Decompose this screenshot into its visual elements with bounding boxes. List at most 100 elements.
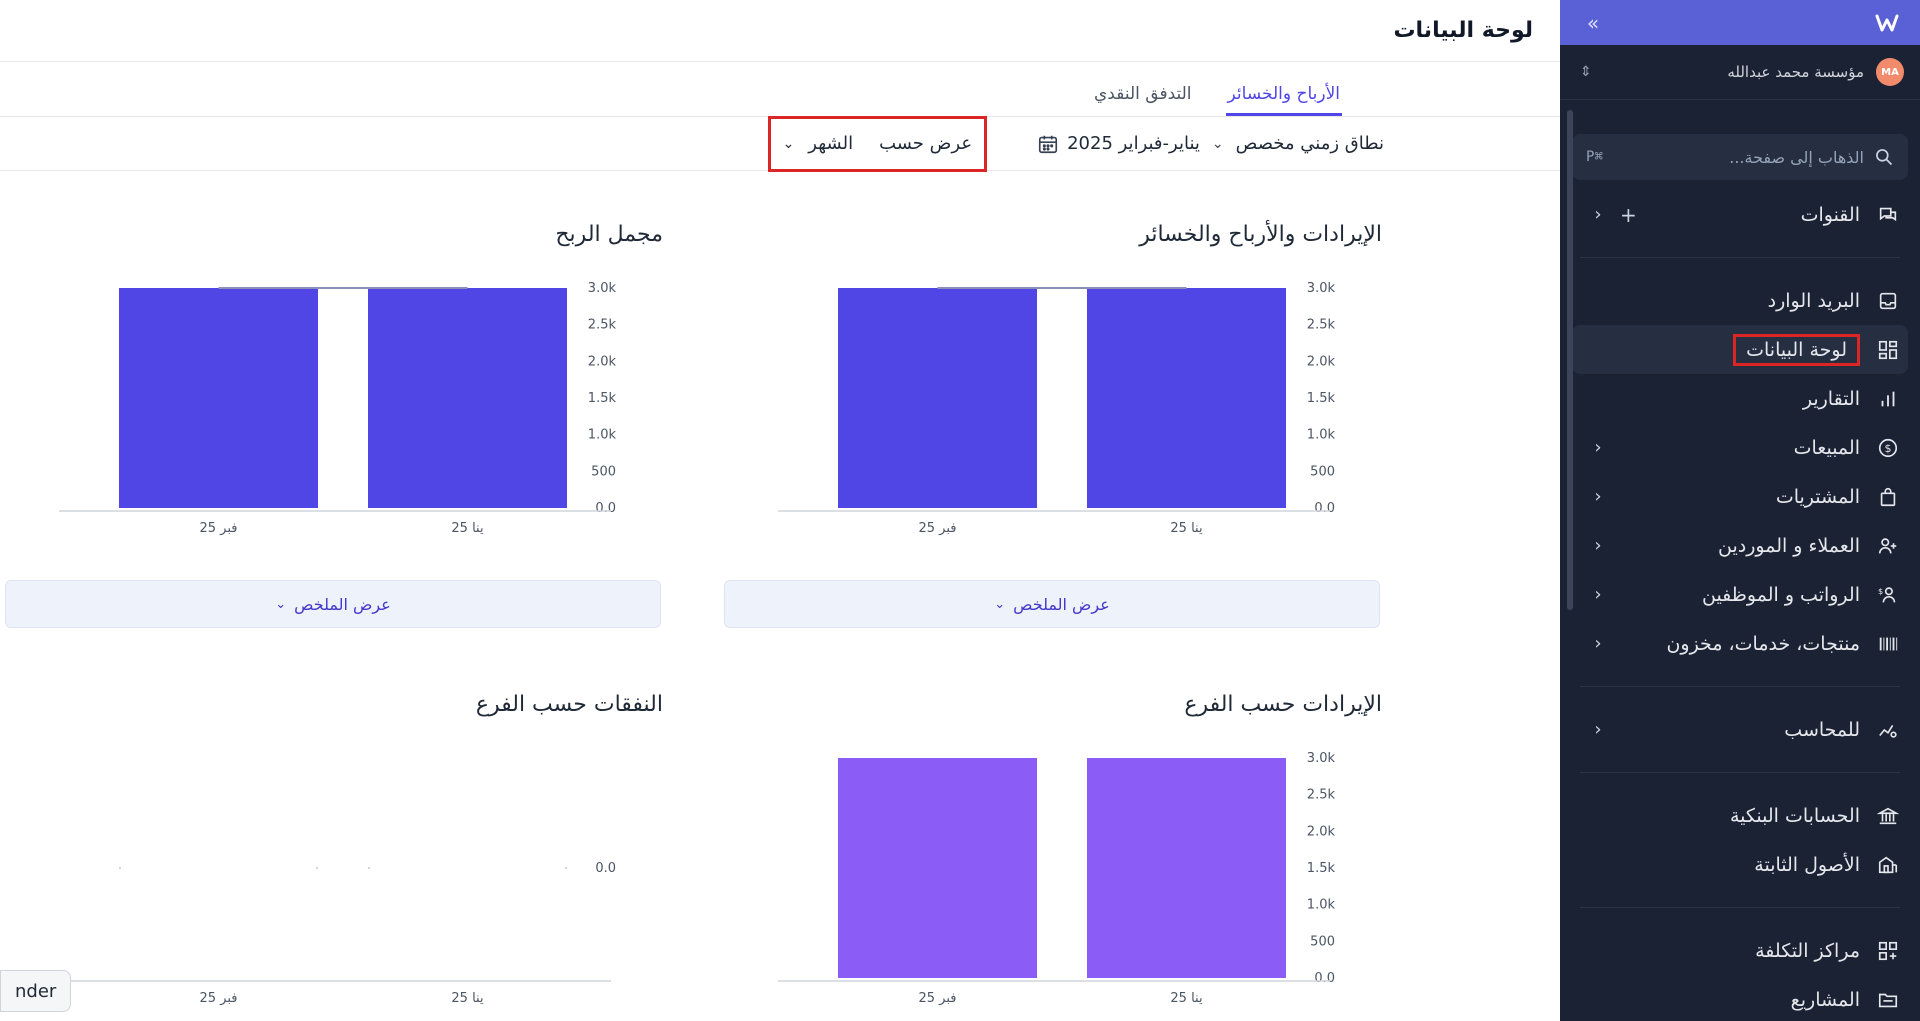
- bar[interactable]: [1087, 758, 1286, 978]
- group-by-value: الشهر: [808, 133, 854, 154]
- sidebar-item-purchases[interactable]: المشتريات ‹: [1560, 472, 1920, 521]
- sidebar-item-label: مراكز التكلفة: [1755, 939, 1860, 962]
- divider: [1580, 686, 1900, 687]
- sidebar-item-projects[interactable]: المشاريع: [1560, 975, 1920, 1021]
- card-title-expenses-by-branch: النفقات حسب الفرع: [475, 692, 663, 717]
- app-root: لوحة البيانات الأرباح والخسائر التدفق ال…: [0, 0, 1920, 1021]
- divider: [1580, 772, 1900, 773]
- logo-icon: [1875, 14, 1899, 31]
- sidebar-item-label: المشاريع: [1790, 988, 1860, 1011]
- barcode-icon: [1876, 632, 1900, 656]
- card-title-gross-profit: مجمل الربح: [555, 222, 663, 247]
- bar[interactable]: [1087, 288, 1286, 508]
- y-tick-label: 1.0k: [1307, 428, 1336, 443]
- chevron-left-icon: ‹: [1594, 719, 1602, 740]
- sidebar-item-reports[interactable]: التقارير: [1560, 374, 1920, 423]
- inbox-icon: [1876, 289, 1900, 313]
- shopping-bag-icon: [1876, 485, 1900, 509]
- sidebar-item-accountant[interactable]: للمحاسب ‹: [1560, 705, 1920, 754]
- show-summary-label: عرض الملخص: [1013, 594, 1110, 614]
- x-tick-label: فبر 25: [200, 991, 238, 1006]
- tab-profit-loss[interactable]: الأرباح والخسائر: [1225, 84, 1342, 116]
- y-tick-label: 1.5k: [1307, 861, 1336, 876]
- dashboard-icon: [1876, 338, 1900, 362]
- chevron-left-icon: ‹: [1594, 584, 1602, 605]
- search-input[interactable]: [1602, 147, 1864, 167]
- sidebar-item-sales[interactable]: $ المبيعات ‹: [1560, 423, 1920, 472]
- range-label: نطاق زمني مخصص: [1235, 133, 1384, 154]
- sidebar-item-payroll[interactable]: $ الرواتب و الموظفين ‹: [1560, 570, 1920, 619]
- y-tick-label: 1.5k: [1307, 391, 1336, 406]
- x-tick-label: ينا 25: [1170, 991, 1203, 1006]
- tooltip: nder: [0, 970, 72, 1012]
- y-tick-label: 1.0k: [1307, 898, 1336, 913]
- date-range-value: يناير-فبراير 2025: [1067, 133, 1200, 154]
- sidebar-item-dashboard[interactable]: لوحة البيانات: [1572, 325, 1908, 374]
- y-tick-label: 2.5k: [1307, 788, 1336, 803]
- date-picker-button[interactable]: [1027, 133, 1059, 155]
- x-tick-label: فبر 25: [200, 521, 238, 536]
- building-icon: [1876, 853, 1900, 877]
- sidebar-item-cost-centers[interactable]: مراكز التكلفة: [1560, 926, 1920, 975]
- org-switcher[interactable]: MA مؤسسة محمد عبدالله ⇕: [1560, 45, 1920, 100]
- add-channel-icon[interactable]: +: [1620, 203, 1637, 227]
- tab-cash-flow[interactable]: التدفق النقدي: [1092, 84, 1194, 116]
- show-summary-button[interactable]: عرض الملخص ⌄: [5, 580, 661, 628]
- bar[interactable]: [838, 758, 1037, 978]
- app-logo[interactable]: [1874, 10, 1900, 36]
- y-tick-label: 2.0k: [588, 354, 617, 369]
- collapse-sidebar-icon[interactable]: »: [1580, 11, 1606, 35]
- sidebar-item-label: المشتريات: [1775, 485, 1860, 508]
- y-tick-label: 0.0: [595, 861, 616, 876]
- empty-point: [565, 867, 567, 869]
- sidebar-item-bank-accounts[interactable]: الحسابات البنكية: [1560, 791, 1920, 840]
- expenses-by-branch-chart: 0.0 ينا 25 فبر 25: [59, 861, 616, 1006]
- y-tick-label: 2.0k: [1307, 824, 1336, 839]
- sidebar-item-inbox[interactable]: البريد الوارد: [1560, 276, 1920, 325]
- bar[interactable]: [368, 288, 567, 508]
- sidebar-item-products[interactable]: منتجات، خدمات، مخزون ‹: [1560, 619, 1920, 668]
- sidebar-item-label: البريد الوارد: [1767, 289, 1860, 312]
- profit-loss-chart: 0.0 500 1.0k 1.5k 2.0k 2.5k 3.0k ينا 25 فبر 25: [778, 281, 1336, 536]
- y-tick-label: 2.0k: [1307, 354, 1336, 369]
- x-tick-label: ينا 25: [451, 521, 484, 536]
- bar[interactable]: [838, 288, 1037, 508]
- show-summary-button[interactable]: عرض الملخص ⌄: [724, 580, 1380, 628]
- show-summary-label: عرض الملخص: [294, 594, 391, 614]
- range-select[interactable]: نطاق زمني مخصص ⌄ يناير-فبراير 2025: [1067, 133, 1384, 154]
- sidebar-item-contacts[interactable]: العملاء و الموردين ‹: [1560, 521, 1920, 570]
- divider: [1580, 257, 1900, 258]
- y-tick-label: 0.0: [595, 501, 616, 516]
- svg-text:$: $: [1885, 442, 1892, 455]
- keyboard-shortcut: ⌘P: [1586, 149, 1603, 165]
- users-icon: [1876, 534, 1900, 558]
- sidebar-item-fixed-assets[interactable]: الأصول الثابتة: [1560, 840, 1920, 889]
- empty-point: [119, 867, 121, 869]
- group-by-select[interactable]: عرض حسب الشهر ⌄: [767, 115, 988, 172]
- y-tick-label: 3.0k: [1307, 751, 1336, 766]
- grid-plus-icon: [1876, 939, 1900, 963]
- filter-bar: نطاق زمني مخصص ⌄ يناير-فبراير 2025 عرض ح…: [0, 115, 1560, 172]
- sidebar: » MA مؤسسة محمد عبدالله ⇕ ⌘P القنوات + ‹: [1560, 0, 1920, 1021]
- empty-point: [316, 867, 318, 869]
- chevron-left-icon: ‹: [1594, 535, 1602, 556]
- accountant-icon: [1876, 718, 1900, 742]
- main-content: لوحة البيانات الأرباح والخسائر التدفق ال…: [0, 0, 1560, 1021]
- bar[interactable]: [119, 288, 318, 508]
- y-tick-label: 0.0: [1314, 501, 1335, 516]
- tab-bar: الأرباح والخسائر التدفق النقدي: [0, 62, 1560, 117]
- group-by-label: عرض حسب: [879, 133, 973, 154]
- sidebar-scrollbar[interactable]: [1567, 110, 1573, 610]
- payroll-icon: $: [1876, 583, 1900, 607]
- x-tick-label: ينا 25: [451, 991, 484, 1006]
- card-title-profit-loss: الإيرادات والأرباح والخسائر: [1139, 222, 1382, 247]
- page-title: لوحة البيانات: [1393, 18, 1533, 43]
- y-tick-label: 1.0k: [588, 428, 617, 443]
- sidebar-item-channels[interactable]: القنوات + ‹: [1560, 190, 1920, 239]
- bar-chart-icon: [1876, 387, 1900, 411]
- sidebar-item-label: الرواتب و الموظفين: [1701, 583, 1860, 606]
- chevron-up-down-icon: ⇕: [1580, 64, 1592, 80]
- x-tick-label: ينا 25: [1170, 521, 1203, 536]
- page-search[interactable]: ⌘P: [1572, 134, 1908, 180]
- dollar-icon: $: [1876, 436, 1900, 460]
